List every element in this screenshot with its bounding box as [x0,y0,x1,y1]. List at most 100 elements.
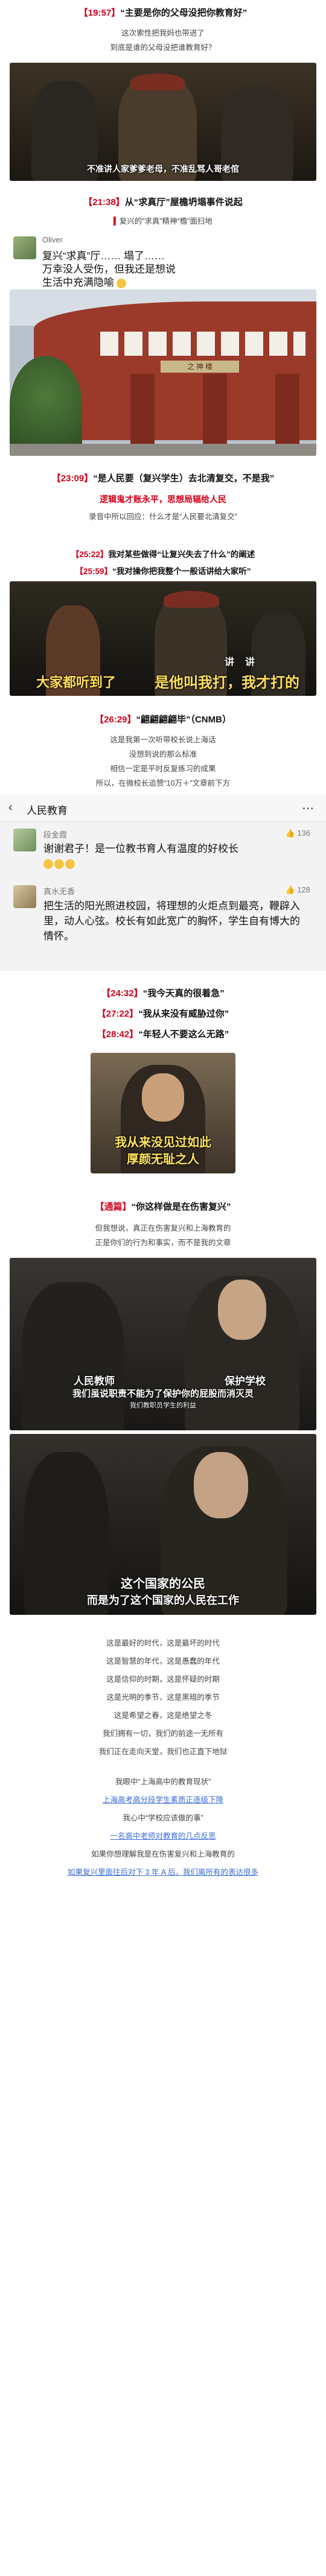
building-sign: 之 神 楼 [161,361,239,373]
section-7-line: 但我想说，真正在伤害复兴和上海教育的 [95,1224,231,1233]
timeline-row: 【28:42】“年轻人不要这么无路” [97,1029,229,1040]
section-1-line-2: 到底是谁的父母没把谁教育好？ [110,43,216,52]
section-5-line: 没想到说的那么标准 [129,750,197,759]
video-still-4: 这个国家的公民 而是为了这个国家的人民在工作 [10,1434,316,1615]
section-5-line: 所以，在微校长追赞“10万＋”文章前下方 [95,779,231,788]
video-subtitle: 我们虽说职责不能为了保护你的屁股而消灭灵 [72,1389,254,1399]
building-pillar [130,374,155,444]
section-5-line: 这是我第一次听带校长说上海话 [110,736,216,744]
timestamp: 19:57 [88,8,112,18]
meme-caption: 厚颜无耻之人 [127,1153,199,1166]
timestamp: 25:22 [79,550,100,559]
section-2-header: 【21:38】从“求真厅”屋檐坍塌事件说起 [83,197,243,207]
section-title: 从“求真厅”屋檐坍塌事件说起 [124,197,243,207]
comment-user[interactable]: 段金霞 [43,829,67,840]
section-3-note: 录音中所以回应：什么才是“人民要北清复交” [89,513,237,521]
footer-link[interactable]: 上海高考高分段学生素质正逐级下降 [0,1793,326,1805]
video-still-3: 人民教师 保护学校 我们虽说职责不能为了保护你的屁股而消灭灵 我们教职员学生的利… [10,1258,316,1430]
video-still-1: 不准讲人家爹爹老母，不准乱骂人哥老倌 [10,63,316,181]
comment-card: Oliver 复兴“求真”厅…… 塌了…… 万幸没人受伤，但我还是想说 生活中充… [10,232,316,289]
timestamp: 21:38 [92,197,116,207]
face-shape [194,1452,248,1518]
more-menu-icon[interactable]: ⋯ [302,801,314,816]
video-subtitle: 人民教师 [74,1375,115,1387]
poem-line: 这是智慧的年代，这是愚蠢的年代 [106,1657,220,1665]
hat-shape [130,74,185,90]
timeline-row: 【27:22】“我从来没有威胁过你” [97,1009,229,1019]
timeline-row: 【24:32】“我今天真的很着急” [101,988,225,999]
app-comment: 段金霞 👍 136 谢谢君子！是一位教书育人有温度的好校长 [0,829,326,879]
footer-link[interactable]: 一名高中老师对教育的几点反思 [0,1829,326,1841]
timestamp: 24:32 [110,988,134,999]
timeline-row: 【25:22】我对某些做得“让复兴失去了什么”的阐述 [71,550,255,559]
section-title: “主要是你的父母没把你教育好” [120,8,248,18]
smile-emoji-icon [117,278,126,288]
section-title: “你这样做是在伤害复兴” [131,1202,231,1212]
tree [10,356,82,456]
timestamp: 25:59 [83,567,104,576]
section-1-header: 【19:57】“主要是你的父母没把你教育好” [78,8,248,18]
video-still-2: 讲讲 大家都听到了 是他叫我打，我才打的 [10,581,316,696]
comment-text: 把生活的阳光照进校园，将理想的火炬点到最亮，鞭辟入里，动人心弦。校长有如此宽广的… [43,900,300,942]
building-photo: 之 神 楼 [10,289,316,456]
comment-user[interactable]: Oliver [42,235,63,244]
video-subtitle: 而是为了这个国家的人民在工作 [87,1594,239,1606]
section-5-line: 相信一定是平时反复练习的成果 [110,765,216,773]
video-subtitle: 这个国家的公民 [121,1577,205,1591]
avatar[interactable] [13,236,36,259]
timestamp: 23:09 [60,473,85,484]
video-subtitle-small: 我们教职员学生的利益 [130,1402,196,1409]
avatar[interactable] [13,829,36,851]
poem-line: 我们正在走向天堂，我们也正直下地狱 [98,1747,228,1756]
poem-line: 这是信仰的时期，这是怀疑的时期 [106,1675,220,1684]
face-shape [142,1073,184,1122]
footer-line: 我眼中“上海高中的教育现状” [115,1778,211,1786]
comment-text: 谢谢君子！是一位教书育人有温度的好校长 [43,843,238,854]
section-title: “翩翩翩翩毕”（CNMB） [136,715,231,725]
section-2-note: ▍复兴的“求真”精神“檐”面扫地 [113,217,213,226]
section-3-quote: 逻辑鬼才账永平，思想局辐给人民 [100,494,226,504]
timestamp: 27:22 [106,1009,130,1019]
video-subtitle-left: 大家都听到了 [36,675,116,690]
video-subtitle: 不准讲人家爹爹老母，不准乱骂人哥老倌 [87,164,239,174]
section-5-header: 【26:29】“翩翩翩翩毕”（CNMB） [95,715,231,725]
section-1-line-1: 这次索性把我妈也带进了 [121,29,205,37]
footer-link[interactable]: 如果复兴里面往后对下 3 年 A 后，我们离所有的表达很多 [0,1866,326,1877]
thumb-emoji-icon [65,859,75,869]
section-tag: 通篇 [104,1202,123,1212]
building-windows [100,332,305,356]
comment-line: 生活中充满隐喻 [42,274,127,289]
section-7-line: 正是你们的行为和事实，而不是我的文章 [95,1239,231,1247]
emoji-row [43,859,76,870]
poem-line: 我们拥有一切，我们的前途一无所有 [102,1729,223,1738]
footer-line: 我心中“学校应该做的事” [123,1814,203,1822]
app-comment: 真水无香 👍 128 把生活的阳光照进校园，将理想的火炬点到最亮，鞭辟入里，动人… [0,885,326,964]
like-count[interactable]: 👍 136 [285,829,310,838]
thumb-emoji-icon [54,859,64,869]
building-pillar [275,374,299,444]
comment-user[interactable]: 真水无香 [43,885,75,897]
meme-caption: 我从来没见过如此 [115,1136,211,1149]
timestamp: 28:42 [106,1029,130,1040]
poem-line: 这是光明的季节，这是黑暗的季节 [106,1693,220,1702]
video-subtitle: 保护学校 [225,1375,266,1387]
arrow-icon: ▍ [113,217,120,226]
meme-image: 我从来没见过如此 厚颜无耻之人 [91,1053,235,1173]
back-icon[interactable]: ‹ [8,801,13,815]
thumb-emoji-icon [43,859,53,869]
like-count[interactable]: 👍 128 [285,885,310,895]
avatar[interactable] [13,885,36,908]
video-subtitle-right: 讲讲 [224,657,266,668]
hat-shape [164,591,219,608]
section-3-header: 【23:09】“是人民要（复兴学生）去北清复交，不是我” [51,473,275,484]
thumb-up-icon: 👍 [285,829,295,838]
section-title: “是人民要（复兴学生）去北清复交，不是我” [93,473,275,484]
app-screenshot: ‹ 人民教育 ⋯ 段金霞 👍 136 谢谢君子！是一位教书育人有温度的好校长 真… [0,795,326,971]
face-shape [218,1280,266,1340]
section-7-header: 【通篇】“你这样做是在伤害复兴” [95,1202,231,1212]
video-subtitle-main: 是他叫我打，我才打的 [155,675,299,691]
building-pillar [203,374,227,444]
timestamp: 26:29 [104,715,127,725]
app-title: 人民教育 [27,805,68,816]
thumb-up-icon: 👍 [285,885,295,894]
